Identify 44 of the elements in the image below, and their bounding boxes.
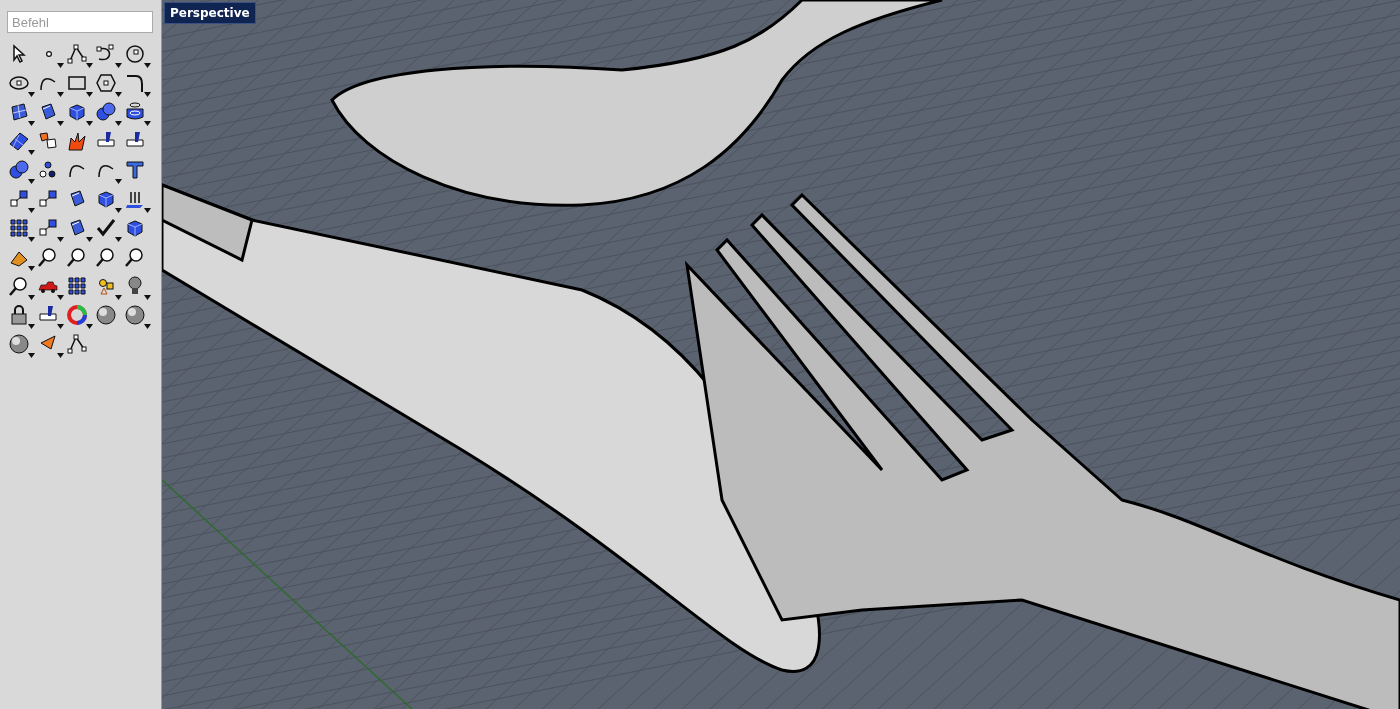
magnifier-icon	[66, 246, 88, 268]
sphere-icon	[95, 304, 117, 326]
magnifier-icon	[8, 275, 30, 297]
sphere-icon	[124, 304, 146, 326]
text-icon	[124, 159, 146, 181]
magnifier-icon	[95, 246, 117, 268]
cylinder-icon	[124, 101, 146, 123]
hexagon-icon	[95, 72, 117, 94]
viewport[interactable]: Perspective	[162, 0, 1400, 709]
squares-icon	[8, 188, 30, 210]
point-icon	[46, 51, 52, 57]
spheres-tool-button[interactable]	[7, 157, 36, 186]
sphere-tool-button[interactable]	[123, 302, 152, 331]
ring-icon	[66, 304, 88, 326]
spheres-tool-button[interactable]	[94, 99, 123, 128]
fillet-icon	[124, 72, 146, 94]
sphere-tool-button[interactable]	[7, 331, 36, 360]
dots-icon	[37, 159, 59, 181]
polyline-icon	[66, 43, 88, 65]
command-field[interactable]: Befehl	[7, 11, 153, 33]
lock-icon	[8, 304, 30, 326]
curve-tool-button[interactable]	[94, 41, 123, 70]
magnifier-icon	[124, 246, 146, 268]
grid-icon	[66, 275, 88, 297]
sphere-icon	[8, 333, 30, 355]
spheres-icon	[95, 101, 117, 123]
viewport-title[interactable]: Perspective	[164, 2, 256, 24]
circle-icon	[124, 43, 146, 65]
cylinder-tool-button[interactable]	[123, 99, 152, 128]
squares-icon	[37, 217, 59, 239]
cube-icon	[124, 217, 146, 239]
polyline-icon	[66, 333, 88, 355]
panel-icon	[8, 130, 30, 152]
magnifier-icon	[37, 246, 59, 268]
cube-icon	[66, 101, 88, 123]
surface-icon	[8, 101, 30, 123]
grid-icon	[8, 217, 30, 239]
spheres-icon	[8, 159, 30, 181]
ring-tool-button[interactable]	[65, 302, 94, 331]
squares-icon	[37, 188, 59, 210]
burst-icon	[66, 130, 88, 152]
cube-icon	[95, 188, 117, 210]
polyline-tool-button[interactable]	[65, 41, 94, 70]
check-icon	[95, 217, 117, 239]
